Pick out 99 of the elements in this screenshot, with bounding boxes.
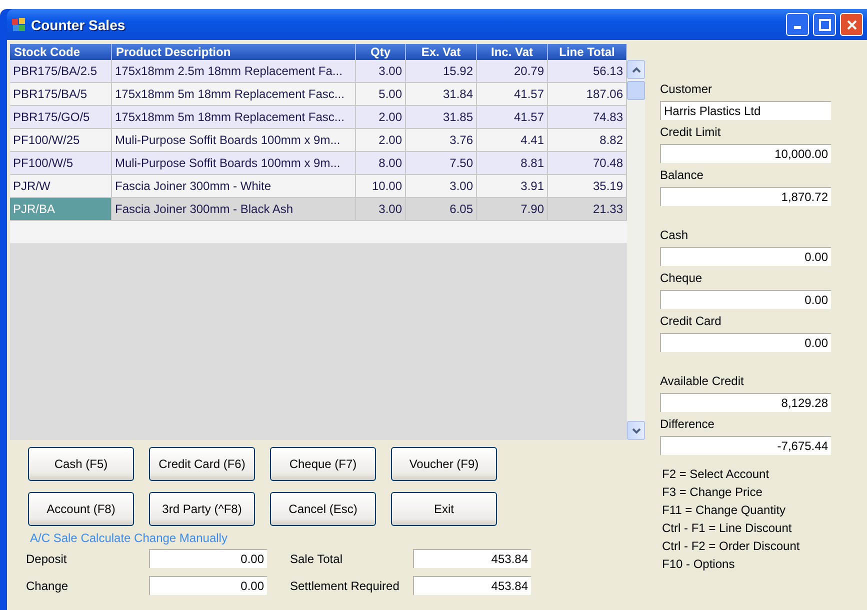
field-label: Credit Card [660,314,722,328]
table-cell: Fascia Joiner 300mm - Black Ash [112,198,356,221]
field-label: Difference [660,417,716,431]
input-field[interactable]: Harris Plastics Ltd [660,101,831,120]
table-cell: 7.50 [406,152,477,175]
column-header[interactable]: Product Description [112,44,356,60]
table-cell: PJR/W [10,175,112,198]
app-icon [11,16,27,32]
field-label: Customer [660,82,714,96]
table-cell: 20.79 [477,60,548,83]
scroll-thumb[interactable] [627,81,645,100]
table-cell: Muli-Purpose Soffit Boards 100mm x 9m... [112,152,356,175]
table-cell: 21.33 [548,198,627,221]
field-label: Sale Total [290,552,344,566]
table-cell: PF100/W/25 [10,129,112,152]
table-cell: 3.00 [356,198,406,221]
input-field[interactable]: 0.00 [660,290,831,309]
shortcut-hint: Ctrl - F2 = Order Discount [662,539,800,553]
close-button[interactable] [840,13,863,36]
maximize-icon [818,18,830,30]
table-cell: 2.00 [356,129,406,152]
table-cell: Fascia Joiner 300mm - White [112,175,356,198]
field-label: Deposit [26,552,68,566]
table-cell: 74.83 [548,106,627,129]
column-header[interactable]: Inc. Vat [477,44,548,60]
input-field[interactable]: 0.00 [660,333,831,352]
scroll-down-button[interactable] [627,421,645,440]
table-cell: 6.05 [406,198,477,221]
input-field[interactable]: 0.00 [660,247,831,266]
action-button[interactable]: Cheque (F7) [270,447,376,481]
scroll-up-button[interactable] [627,60,645,79]
field-label: Available Credit [660,374,745,388]
table-cell: PBR175/GO/5 [10,106,112,129]
action-button[interactable]: Exit [391,492,497,526]
scrollbar[interactable] [627,60,645,440]
table-cell: PF100/W/5 [10,152,112,175]
input-field[interactable]: 8,129.28 [660,393,831,412]
maximize-button[interactable] [813,13,836,36]
close-icon [846,18,858,30]
table-cell: 70.48 [548,152,627,175]
field-label: Settlement Required [290,578,400,592]
chevron-down-icon [632,428,640,434]
shortcut-hint: F3 = Change Price [662,485,762,499]
table-cell: 2.00 [356,106,406,129]
field-label: Credit Limit [660,125,722,139]
table-cell: 7.90 [477,198,548,221]
action-button[interactable]: Credit Card (F6) [149,447,255,481]
field-label: Cheque [660,271,704,285]
table-cell: 175x18mm 2.5m 18mm Replacement Fa... [112,60,356,83]
input-field[interactable]: 10,000.00 [660,144,831,163]
column-header[interactable]: Line Total [548,44,627,60]
table-cell: 4.41 [477,129,548,152]
window-title: Counter Sales [31,16,126,32]
input-field[interactable]: 0.00 [149,576,267,595]
table-cell: 8.82 [548,129,627,152]
table-cell: 41.57 [477,83,548,106]
column-header[interactable]: Qty [356,44,406,60]
column-header[interactable]: Ex. Vat [406,44,477,60]
shortcut-hint: F11 = Change Quantity [662,503,786,517]
table-cell: 3.00 [406,175,477,198]
table-cell: 41.57 [477,106,548,129]
input-field[interactable]: -7,675.44 [660,436,831,455]
input-field[interactable]: 0.00 [149,549,267,568]
field-label: Change [26,578,70,592]
table-cell: 8.81 [477,152,548,175]
table-cell: 56.13 [548,60,627,83]
table-cell: 3.00 [356,60,406,83]
table-cell: 175x18mm 5m 18mm Replacement Fasc... [112,106,356,129]
table-cell: 10.00 [356,175,406,198]
action-button[interactable]: Voucher (F9) [391,447,497,481]
table-cell: 31.84 [406,83,477,106]
table-cell: 187.06 [548,83,627,106]
table-cell: PBR175/BA/5 [10,83,112,106]
table-cell: 5.00 [356,83,406,106]
input-field[interactable]: 453.84 [413,549,531,568]
action-button[interactable]: 3rd Party (^F8) [149,492,255,526]
table-cell: PJR/BA [10,198,112,221]
shortcut-hint: Ctrl - F1 = Line Discount [662,521,792,535]
input-field[interactable]: 1,870.72 [660,187,831,206]
field-label: Balance [660,168,704,182]
action-button[interactable]: Account (F8) [28,492,134,526]
table-cell: 175x18mm 5m 18mm Replacement Fasc... [112,83,356,106]
field-label: Cash [660,228,690,242]
table-cell: 15.92 [406,60,477,83]
input-field[interactable]: 453.84 [413,576,531,595]
table-cell: 3.76 [406,129,477,152]
action-button[interactable]: Cash (F5) [28,447,134,481]
table-cell: PBR175/BA/2.5 [10,60,112,83]
shortcut-hint: F10 - Options [662,557,735,571]
column-header[interactable]: Stock Code [10,44,112,60]
table-cell: 31.85 [406,106,477,129]
shortcut-hint: F2 = Select Account [662,467,770,481]
action-button[interactable]: Cancel (Esc) [270,492,376,526]
table-cell: 3.91 [477,175,548,198]
chevron-up-icon [632,66,640,72]
table-cell: 35.19 [548,175,627,198]
table-cell: Muli-Purpose Soffit Boards 100mm x 9m... [112,129,356,152]
minimize-button[interactable] [786,13,809,36]
table-cell: 8.00 [356,152,406,175]
